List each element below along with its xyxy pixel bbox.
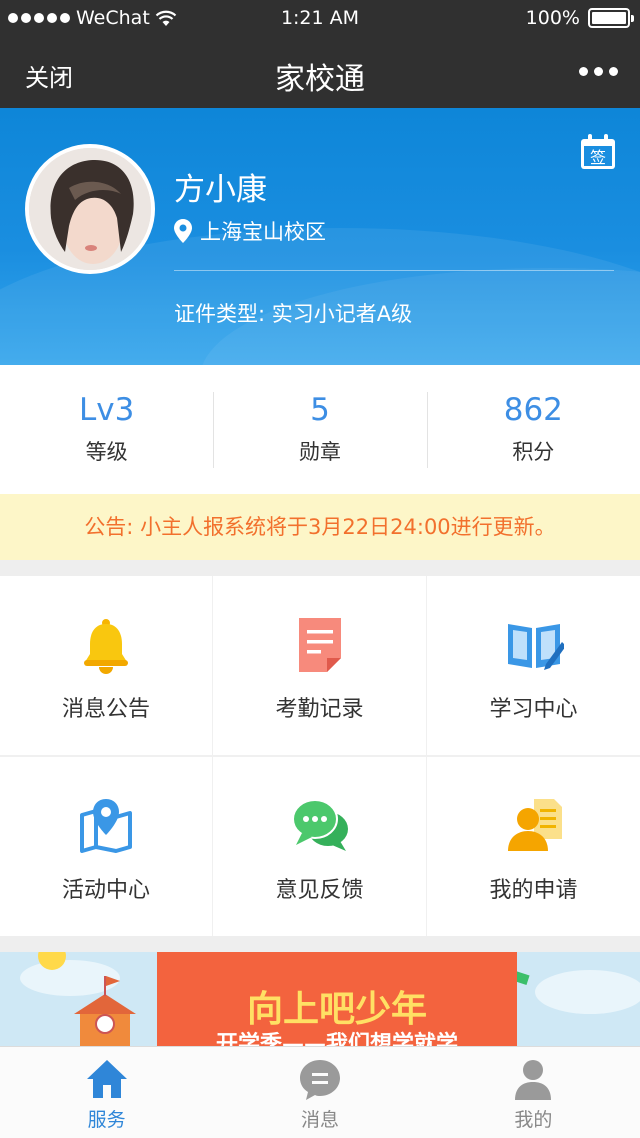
stat-value: Lv3 xyxy=(78,392,135,428)
menu-item-activity[interactable]: 活动中心 xyxy=(0,757,212,936)
stat-level[interactable]: Lv3 等级 xyxy=(0,365,213,494)
battery-area: 100% xyxy=(525,7,634,29)
menu-item-label: 活动中心 xyxy=(61,878,150,903)
banner-title: 向上吧少年 xyxy=(246,989,427,1030)
status-bar: WeChat 1:21 AM 100% xyxy=(0,0,640,36)
stat-label: 积分 xyxy=(512,440,555,464)
tab-profile[interactable]: 我的 xyxy=(427,1047,640,1138)
stat-medals[interactable]: 5 勋章 xyxy=(213,365,426,494)
more-icon[interactable] xyxy=(579,67,618,76)
profile-divider xyxy=(174,270,614,271)
menu-item-label: 消息公告 xyxy=(61,697,150,722)
bell-icon xyxy=(84,619,128,674)
tab-label: 消息 xyxy=(300,1109,339,1131)
tab-bar: 服务 消息 我的 xyxy=(0,1046,640,1138)
battery-percent: 100% xyxy=(525,7,580,29)
application-icon xyxy=(507,799,562,851)
profile-header: 签 方小康 上海宝山校区 证件类型: 实习小记者A级 xyxy=(0,108,640,365)
chat-icon xyxy=(291,799,348,851)
nav-bar: 关闭 家校通 xyxy=(0,36,640,108)
menu-item-label: 考勤记录 xyxy=(275,697,364,722)
sign-in-icon[interactable]: 签 xyxy=(579,133,617,171)
menu-item-label: 我的申请 xyxy=(489,878,578,903)
avatar[interactable] xyxy=(25,144,155,274)
avatar-image xyxy=(29,148,151,270)
tab-label: 服务 xyxy=(87,1109,126,1131)
cert-type: 证件类型: 实习小记者A级 xyxy=(174,302,413,326)
user-name: 方小康 xyxy=(174,172,267,208)
tab-messages[interactable]: 消息 xyxy=(213,1047,426,1138)
promo-banner[interactable]: 向上吧少年 开学季——我们想学就学 xyxy=(0,952,640,1046)
menu-item-notices[interactable]: 消息公告 xyxy=(0,576,212,755)
map-location-icon xyxy=(80,799,132,853)
banner-subtitle: 开学季——我们想学就学 xyxy=(215,1032,458,1046)
stat-value: 5 xyxy=(310,392,330,428)
location-pin-icon xyxy=(174,219,192,243)
stat-label: 等级 xyxy=(85,440,128,464)
battery-icon xyxy=(588,8,634,28)
tab-services[interactable]: 服务 xyxy=(0,1047,213,1138)
stats-bar: Lv3 等级 5 勋章 862 积分 xyxy=(0,365,640,494)
service-grid: 消息公告 考勤记录 学习中心 活动中心 意见反馈 我的申请 xyxy=(0,576,640,936)
menu-item-learning[interactable]: 学习中心 xyxy=(427,576,640,755)
menu-item-label: 意见反馈 xyxy=(275,878,364,903)
location-text: 上海宝山校区 xyxy=(200,220,326,244)
stat-value: 862 xyxy=(503,392,563,428)
home-icon xyxy=(86,1060,127,1098)
sign-in-label: 签 xyxy=(590,148,606,167)
page-title: 家校通 xyxy=(275,62,365,97)
user-icon xyxy=(515,1060,552,1100)
menu-item-attendance[interactable]: 考勤记录 xyxy=(213,576,426,755)
document-icon xyxy=(298,618,341,672)
announcement-banner[interactable]: 公告: 小主人报系统将于3月22日24:00进行更新。 xyxy=(0,494,640,560)
tab-label: 我的 xyxy=(514,1109,553,1131)
menu-item-applications[interactable]: 我的申请 xyxy=(427,757,640,936)
menu-item-feedback[interactable]: 意见反馈 xyxy=(213,757,426,936)
book-icon xyxy=(507,624,564,670)
stat-points[interactable]: 862 积分 xyxy=(426,365,640,494)
stat-label: 勋章 xyxy=(298,440,341,464)
menu-item-label: 学习中心 xyxy=(489,697,578,722)
user-location: 上海宝山校区 xyxy=(174,216,326,246)
message-icon xyxy=(299,1060,340,1100)
